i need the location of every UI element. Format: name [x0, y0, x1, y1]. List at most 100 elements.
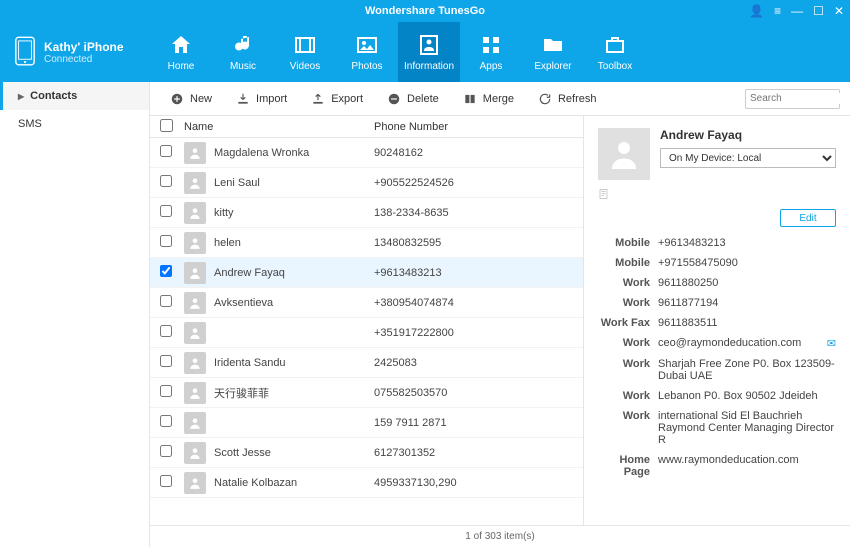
- field-label: Work Fax: [598, 317, 658, 329]
- tab-videos[interactable]: Videos: [274, 22, 336, 82]
- device-panel[interactable]: Kathy' iPhone Connected: [0, 22, 150, 82]
- search-input[interactable]: [750, 93, 850, 104]
- row-checkbox[interactable]: [160, 475, 172, 487]
- field-label: Work: [598, 390, 658, 402]
- row-checkbox[interactable]: [160, 325, 172, 337]
- contact-name: Natalie Kolbazan: [214, 477, 374, 489]
- detail-name: Andrew Fayaq: [660, 128, 836, 142]
- table-row[interactable]: Andrew Fayaq+9613483213: [150, 258, 583, 288]
- detail-field: Workinternational Sid El Bauchrieh Raymo…: [598, 410, 836, 446]
- field-label: Work: [598, 410, 658, 446]
- row-checkbox[interactable]: [160, 445, 172, 457]
- search-box[interactable]: [745, 89, 840, 109]
- table-row[interactable]: Scott Jesse6127301352: [150, 438, 583, 468]
- import-button[interactable]: Import: [226, 88, 297, 110]
- table-row[interactable]: Iridenta Sandu2425083: [150, 348, 583, 378]
- contact-phone: 6127301352: [374, 447, 435, 459]
- avatar-icon: [184, 382, 206, 404]
- tab-music[interactable]: Music: [212, 22, 274, 82]
- row-checkbox[interactable]: [160, 175, 172, 187]
- table-row[interactable]: kitty138-2334-8635: [150, 198, 583, 228]
- avatar-icon: [184, 412, 206, 434]
- tab-apps[interactable]: Apps: [460, 22, 522, 82]
- row-checkbox[interactable]: [160, 295, 172, 307]
- field-value: ceo@raymondeducation.com: [658, 337, 823, 350]
- field-value: www.raymondeducation.com: [658, 454, 836, 478]
- row-checkbox[interactable]: [160, 355, 172, 367]
- field-value: 9611877194: [658, 297, 836, 309]
- avatar-icon: [184, 142, 206, 164]
- row-checkbox[interactable]: [160, 235, 172, 247]
- refresh-button[interactable]: Refresh: [528, 88, 607, 110]
- table-row[interactable]: Avksentieva+380954074874: [150, 288, 583, 318]
- list-header: Name Phone Number: [150, 116, 583, 138]
- row-checkbox[interactable]: [160, 415, 172, 427]
- avatar-icon: [184, 202, 206, 224]
- minimize-icon[interactable]: —: [791, 4, 803, 18]
- field-value: international Sid El Bauchrieh Raymond C…: [658, 410, 836, 446]
- contact-phone: 13480832595: [374, 237, 441, 249]
- contact-phone: +351917222800: [374, 327, 454, 339]
- mail-icon[interactable]: ✉: [827, 337, 836, 350]
- table-row[interactable]: Natalie Kolbazan4959337130,290: [150, 468, 583, 498]
- row-checkbox[interactable]: [160, 385, 172, 397]
- table-row[interactable]: Magdalena Wronka90248162: [150, 138, 583, 168]
- table-row[interactable]: 天行骏菲菲075582503570: [150, 378, 583, 408]
- sidebar-item-contacts[interactable]: ▶Contacts: [0, 82, 149, 110]
- tab-photos[interactable]: Photos: [336, 22, 398, 82]
- col-phone[interactable]: Phone Number: [374, 121, 448, 133]
- table-row[interactable]: 159 7911 2871: [150, 408, 583, 438]
- detail-field: Work9611880250: [598, 277, 836, 289]
- field-label: Mobile: [598, 237, 658, 249]
- tab-explorer[interactable]: Explorer: [522, 22, 584, 82]
- avatar-icon: [184, 442, 206, 464]
- export-button[interactable]: Export: [301, 88, 373, 110]
- user-icon[interactable]: 👤: [749, 4, 764, 18]
- avatar-icon: [184, 472, 206, 494]
- detail-field: Work Fax9611883511: [598, 317, 836, 329]
- edit-button[interactable]: Edit: [780, 209, 836, 227]
- field-label: Work: [598, 297, 658, 309]
- avatar-icon: [184, 262, 206, 284]
- detail-field: WorkSharjah Free Zone P0. Box 123509-Dub…: [598, 358, 836, 382]
- note-icon: [598, 188, 610, 200]
- app-window: Wondershare TunesGo 👤 ≡ — ☐ ✕ Kathy' iPh…: [0, 0, 850, 547]
- field-value: +9613483213: [658, 237, 836, 249]
- field-value: Lebanon P0. Box 90502 Jdeideh: [658, 390, 836, 402]
- tab-home[interactable]: Home: [150, 22, 212, 82]
- delete-button[interactable]: Delete: [377, 88, 449, 110]
- merge-button[interactable]: Merge: [453, 88, 524, 110]
- table-row[interactable]: +351917222800: [150, 318, 583, 348]
- contact-phone: 2425083: [374, 357, 417, 369]
- contact-name: Andrew Fayaq: [214, 267, 374, 279]
- select-all-checkbox[interactable]: [160, 119, 173, 132]
- contact-name: helen: [214, 237, 374, 249]
- row-checkbox[interactable]: [160, 265, 172, 277]
- contact-phone: +380954074874: [374, 297, 454, 309]
- tab-information[interactable]: Information: [398, 22, 460, 82]
- menu-icon[interactable]: ≡: [774, 4, 781, 18]
- new-button[interactable]: New: [160, 88, 222, 110]
- contact-phone: 138-2334-8635: [374, 207, 449, 219]
- field-label: Work: [598, 358, 658, 382]
- phone-icon: [14, 36, 36, 69]
- row-checkbox[interactable]: [160, 205, 172, 217]
- field-value: Sharjah Free Zone P0. Box 123509-Dubai U…: [658, 358, 836, 382]
- tab-toolbox[interactable]: Toolbox: [584, 22, 646, 82]
- table-row[interactable]: helen13480832595: [150, 228, 583, 258]
- contact-name: kitty: [214, 207, 374, 219]
- maximize-icon[interactable]: ☐: [813, 4, 824, 18]
- avatar-icon: [184, 352, 206, 374]
- table-row[interactable]: Leni Saul+905522524526: [150, 168, 583, 198]
- sidebar-item-sms[interactable]: SMS: [0, 110, 149, 138]
- contact-name: Avksentieva: [214, 297, 374, 309]
- col-name[interactable]: Name: [184, 121, 374, 133]
- field-value: 9611883511: [658, 317, 836, 329]
- row-checkbox[interactable]: [160, 145, 172, 157]
- header: Kathy' iPhone Connected Home Music Video…: [0, 22, 850, 82]
- location-select[interactable]: On My Device: Local: [660, 148, 836, 168]
- field-label: Home Page: [598, 454, 658, 478]
- contact-phone: +9613483213: [374, 267, 442, 279]
- close-icon[interactable]: ✕: [834, 4, 844, 18]
- toolbar: New Import Export Delete Merge Refresh: [150, 82, 850, 116]
